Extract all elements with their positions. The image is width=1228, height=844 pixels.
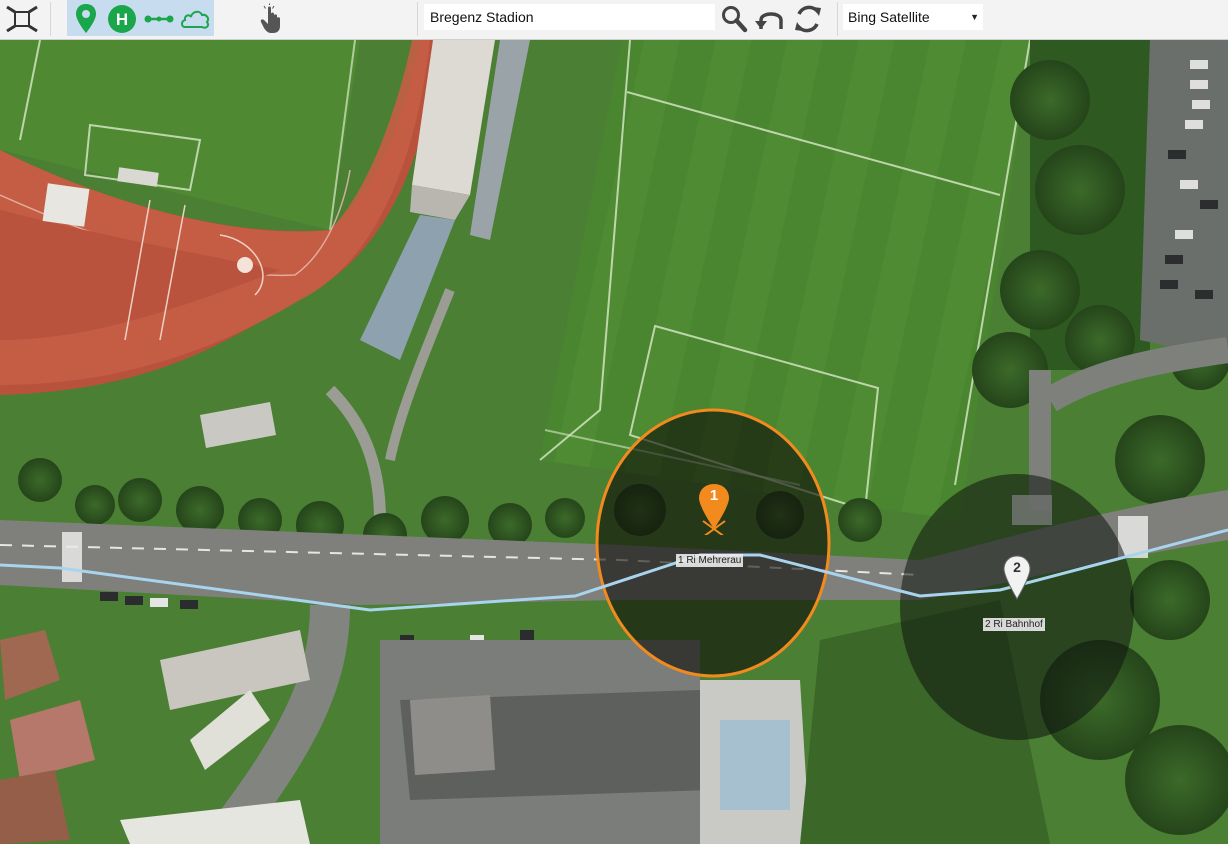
add-halt-button[interactable]: H (104, 0, 140, 38)
search-button[interactable] (718, 0, 750, 38)
add-stop-button[interactable] (70, 0, 102, 38)
stop-number: 2 (1013, 559, 1021, 575)
refresh-icon (795, 5, 821, 33)
area-tool-button[interactable] (178, 0, 214, 38)
stop-marker-1[interactable]: 1 (697, 483, 731, 535)
separator (50, 2, 51, 36)
search-icon (722, 6, 748, 33)
hand-pointer-icon (260, 3, 280, 33)
toolbar: H Bregenz Stadion Bing Satellite ▼ (0, 0, 1228, 40)
stop-marker-2[interactable]: 2 (1002, 555, 1032, 603)
separator (417, 2, 418, 36)
refresh-button[interactable] (790, 0, 826, 38)
map-view[interactable]: 1 1 Ri Mehrerau 2 2 Ri Bahnhof (0, 40, 1228, 844)
map-source-value: Bing Satellite (848, 9, 930, 25)
route-tool-button[interactable] (142, 0, 176, 38)
stop-1-radius-selected (595, 408, 831, 678)
route-line-icon (144, 15, 174, 23)
halt-h-icon: H (108, 5, 136, 33)
route-overlay (0, 408, 1228, 740)
stop-label-2: 2 Ri Bahnhof (983, 618, 1045, 631)
stop-number: 1 (709, 487, 719, 504)
search-input[interactable] (424, 4, 715, 30)
stop-label-1: 1 Ri Mehrerau (676, 554, 744, 567)
chevron-down-icon: ▼ (970, 12, 979, 22)
stop-2-radius (900, 474, 1134, 740)
undo-button[interactable] (754, 0, 788, 38)
separator (837, 2, 838, 36)
pan-tool-button[interactable] (256, 0, 286, 38)
svg-text:H: H (116, 10, 128, 29)
area-cloud-icon (181, 10, 210, 29)
map-source-select[interactable]: Bing Satellite ▼ (843, 4, 983, 30)
undo-icon (755, 12, 783, 29)
fit-to-screen-button[interactable] (0, 0, 44, 38)
fit-to-screen-icon (6, 5, 38, 33)
map-marker-icon (76, 4, 96, 33)
